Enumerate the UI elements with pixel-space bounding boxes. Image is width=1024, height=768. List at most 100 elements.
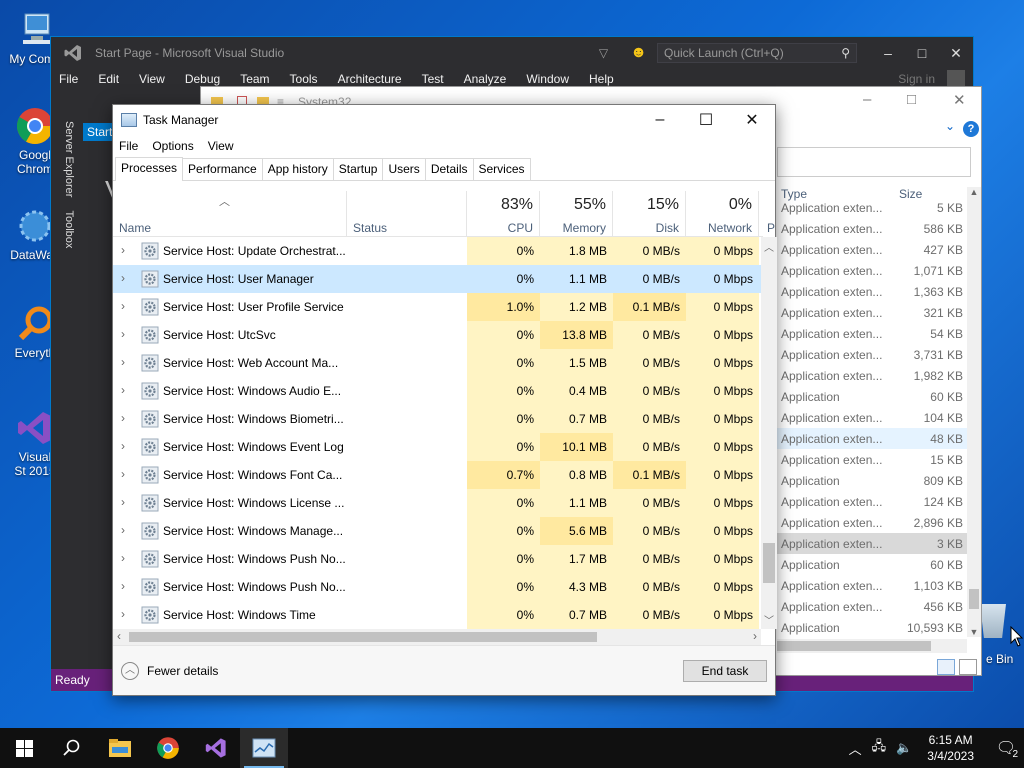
- file-row[interactable]: Application exten... 1,982 KB: [777, 365, 973, 386]
- explorer-minimize-button[interactable]: –: [863, 91, 871, 108]
- process-row[interactable]: › Service Host: Windows License ... 0% 1.1 …: [113, 489, 761, 517]
- column-cpu[interactable]: 83% CPU: [467, 191, 540, 237]
- tm-minimize-button[interactable]: –: [637, 111, 683, 129]
- file-row[interactable]: Application exten... 124 KB: [777, 491, 973, 512]
- menu-file[interactable]: File: [59, 72, 78, 86]
- process-row[interactable]: › Service Host: Windows Manage... 0% 5.6 MB…: [113, 517, 761, 545]
- expand-chevron-icon[interactable]: ›: [121, 495, 125, 509]
- expand-chevron-icon[interactable]: ›: [121, 523, 125, 537]
- expand-chevron-icon[interactable]: ›: [121, 383, 125, 397]
- tab-services[interactable]: Services: [472, 158, 531, 180]
- explorer-vertical-scrollbar[interactable]: ▲ ▼: [967, 187, 981, 637]
- expand-chevron-icon[interactable]: ›: [121, 579, 125, 593]
- scroll-thumb[interactable]: [129, 632, 597, 642]
- column-name[interactable]: ︿ Name: [113, 191, 347, 237]
- process-row[interactable]: › Service Host: Windows Font Ca... 0.7% 0.8…: [113, 461, 761, 489]
- column-disk[interactable]: 15% Disk: [613, 191, 686, 237]
- menu-tools[interactable]: Tools: [290, 72, 318, 86]
- file-row[interactable]: Application 60 KB: [777, 386, 973, 407]
- process-row[interactable]: › Service Host: Windows Push No... 0% 1.7 M…: [113, 545, 761, 573]
- tm-close-button[interactable]: ✕: [729, 110, 775, 130]
- process-row[interactable]: › Service Host: Windows Event Log 0% 10.1 M…: [113, 433, 761, 461]
- tm-vertical-scrollbar[interactable]: ︿ ﹀: [761, 237, 777, 629]
- tab-details[interactable]: Details: [424, 158, 474, 180]
- taskbar-visual-studio[interactable]: [192, 728, 240, 768]
- explorer-horizontal-scrollbar[interactable]: [777, 639, 967, 653]
- file-row[interactable]: Application exten... 3,731 KB: [777, 344, 973, 365]
- volume-icon[interactable]: 🔈: [896, 740, 912, 756]
- menu-help[interactable]: Help: [589, 72, 614, 86]
- file-row[interactable]: Application exten... 3 KB: [777, 533, 973, 554]
- menu-team[interactable]: Team: [240, 72, 269, 86]
- tm-maximize-button[interactable]: ☐: [683, 110, 729, 130]
- column-status[interactable]: Status: [347, 191, 467, 237]
- tab-performance[interactable]: Performance: [182, 158, 263, 180]
- expand-chevron-icon[interactable]: ›: [121, 551, 125, 565]
- maximize-button[interactable]: □: [905, 45, 939, 61]
- toolbox-tab[interactable]: Toolbox: [63, 210, 75, 248]
- feedback-smiley-icon[interactable]: ☻: [630, 44, 647, 62]
- tm-menu-options[interactable]: Options: [152, 139, 193, 153]
- file-row[interactable]: Application exten... 456 KB: [777, 596, 973, 617]
- menu-view[interactable]: View: [139, 72, 165, 86]
- menu-test[interactable]: Test: [422, 72, 444, 86]
- scroll-left-icon[interactable]: ‹: [117, 629, 121, 643]
- taskbar-file-explorer[interactable]: [96, 728, 144, 768]
- tab-app-history[interactable]: App history: [261, 158, 334, 180]
- expand-chevron-icon[interactable]: ›: [121, 411, 125, 425]
- file-row[interactable]: Application exten... 15 KB: [777, 449, 973, 470]
- tm-menu-file[interactable]: File: [119, 139, 138, 153]
- tab-startup[interactable]: Startup: [332, 158, 384, 180]
- process-row[interactable]: › Service Host: User Profile Service 1.0% 1…: [113, 293, 761, 321]
- minimize-button[interactable]: –: [871, 45, 905, 61]
- details-view-icon[interactable]: [937, 659, 955, 675]
- file-row[interactable]: Application exten... 1,071 KB: [777, 260, 973, 281]
- expand-chevron-icon[interactable]: ›: [121, 355, 125, 369]
- file-row[interactable]: Application exten... 1,103 KB: [777, 575, 973, 596]
- scroll-down-icon[interactable]: ▼: [967, 627, 981, 637]
- show-hidden-icons-icon[interactable]: ︿: [849, 739, 862, 758]
- network-icon[interactable]: 🖧: [872, 737, 887, 759]
- explorer-search-input[interactable]: [777, 147, 971, 177]
- file-row[interactable]: Application exten... 1,363 KB: [777, 281, 973, 302]
- process-row[interactable]: › Service Host: Windows Time 0% 0.7 MB 0 MB/…: [113, 601, 761, 629]
- explorer-close-button[interactable]: ✕: [953, 91, 966, 109]
- fewer-details-button[interactable]: ︿ Fewer details: [121, 662, 218, 680]
- ribbon-expand-icon[interactable]: ⌄: [945, 119, 955, 133]
- scroll-down-icon[interactable]: ﹀: [764, 612, 774, 627]
- expand-chevron-icon[interactable]: ›: [121, 439, 125, 453]
- clock[interactable]: 6:15 AM 3/4/2023: [927, 732, 974, 764]
- expand-chevron-icon[interactable]: ›: [121, 327, 125, 341]
- close-button[interactable]: ✕: [939, 45, 973, 62]
- process-row[interactable]: › Service Host: Windows Push No... 0% 4.3 M…: [113, 573, 761, 601]
- sign-in-link[interactable]: Sign in: [898, 72, 935, 86]
- taskbar-chrome[interactable]: [144, 728, 192, 768]
- file-row[interactable]: Application exten... 48 KB: [777, 428, 973, 449]
- scroll-thumb[interactable]: [777, 641, 931, 651]
- scroll-up-icon[interactable]: ︿: [764, 239, 774, 254]
- scroll-thumb[interactable]: [969, 589, 979, 609]
- end-task-button[interactable]: End task: [683, 660, 767, 682]
- expand-chevron-icon[interactable]: ›: [121, 271, 125, 285]
- tm-menu-view[interactable]: View: [208, 139, 234, 153]
- menu-analyze[interactable]: Analyze: [464, 72, 507, 86]
- menu-architecture[interactable]: Architecture: [338, 72, 402, 86]
- process-row[interactable]: › Service Host: Windows Audio E... 0% 0.4 M…: [113, 377, 761, 405]
- taskbar-task-manager[interactable]: [240, 728, 288, 768]
- process-row[interactable]: › Service Host: User Manager 0% 1.1 MB 0 MB/…: [113, 265, 761, 293]
- menu-debug[interactable]: Debug: [185, 72, 220, 86]
- file-row[interactable]: Application 809 KB: [777, 470, 973, 491]
- file-row[interactable]: Application exten... 427 KB: [777, 239, 973, 260]
- expand-chevron-icon[interactable]: ›: [121, 607, 125, 621]
- process-row[interactable]: › Service Host: Windows Biometri... 0% 0.7 …: [113, 405, 761, 433]
- menu-edit[interactable]: Edit: [98, 72, 119, 86]
- tab-users[interactable]: Users: [382, 158, 426, 180]
- process-row[interactable]: › Service Host: UtcSvc 0% 13.8 MB 0 MB/s 0 Mb…: [113, 321, 761, 349]
- start-button[interactable]: [0, 728, 48, 768]
- file-row[interactable]: Application exten... 586 KB: [777, 218, 973, 239]
- file-row[interactable]: Application exten... 2,896 KB: [777, 512, 973, 533]
- action-center-button[interactable]: 🗨 2: [988, 738, 1024, 760]
- process-row[interactable]: › Service Host: Web Account Ma... 0% 1.5 MB…: [113, 349, 761, 377]
- menu-window[interactable]: Window: [526, 72, 569, 86]
- quick-launch-input[interactable]: Quick Launch (Ctrl+Q) ⚲: [657, 43, 857, 63]
